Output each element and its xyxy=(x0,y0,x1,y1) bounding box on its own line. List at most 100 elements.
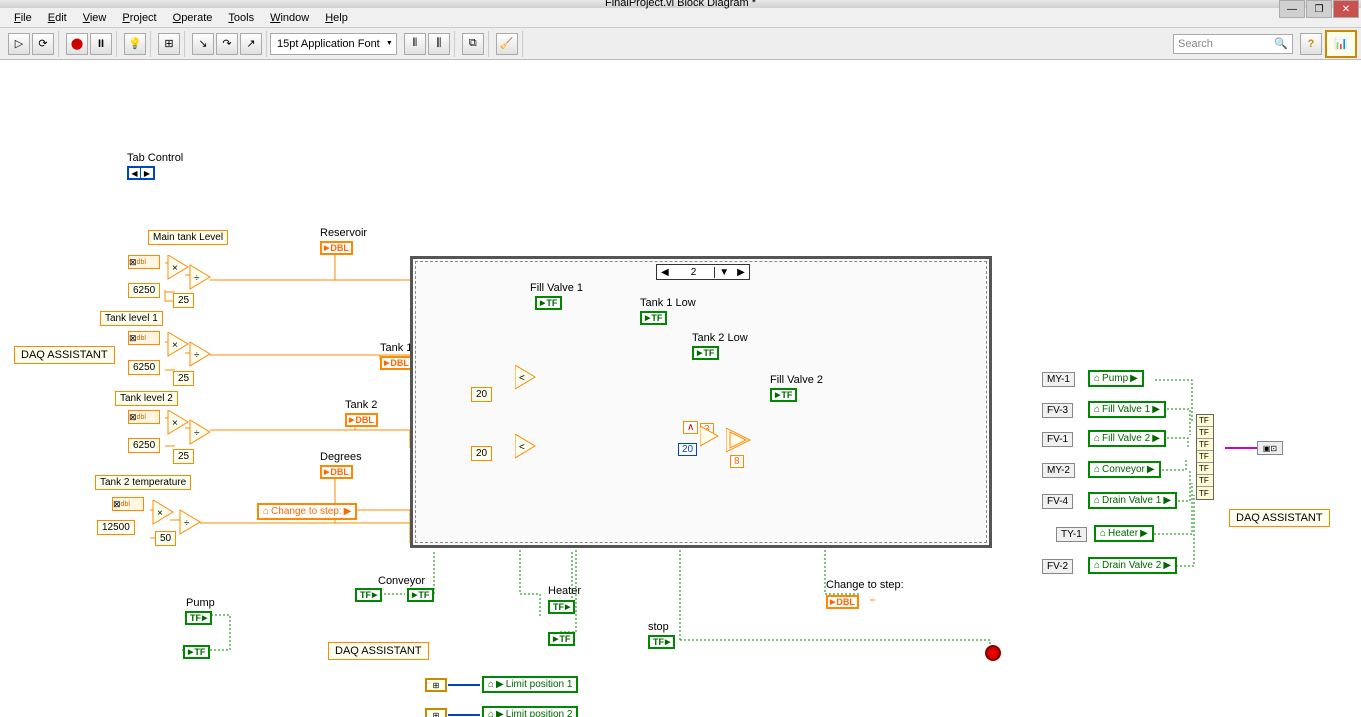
local-fill-valve-1[interactable]: Fill Valve 1▶ xyxy=(1088,401,1166,418)
tank-level-1-label: Tank level 1 xyxy=(100,311,163,326)
const-6250-2[interactable]: 6250 xyxy=(128,360,160,375)
tank-level-2-label: Tank level 2 xyxy=(115,391,178,406)
tank2-indicator[interactable]: DBL xyxy=(345,413,378,427)
run-button[interactable]: ▷ xyxy=(8,33,30,55)
tab-control-terminal[interactable]: ◀ ▶ xyxy=(127,166,155,180)
menu-bar: File Edit View Project Operate Tools Win… xyxy=(0,8,1361,28)
font-selector[interactable]: 15pt Application Font xyxy=(270,33,397,55)
tag-my1: MY-1 xyxy=(1042,372,1075,387)
vi-icon[interactable]: 📊 xyxy=(1325,30,1357,58)
degrees-indicator[interactable]: DBL xyxy=(320,465,353,479)
tank2-label: Tank 2 xyxy=(345,399,377,411)
reorder-button[interactable]: ⧉ xyxy=(462,33,484,55)
const-20-1[interactable]: 20 xyxy=(471,387,492,402)
const-20-2[interactable]: 20 xyxy=(471,446,492,461)
bundle-2[interactable]: ⊞ xyxy=(425,708,447,717)
conveyor-ctrl[interactable]: TF xyxy=(355,588,382,602)
main-tank-level-terminal[interactable]: ⊠dbl xyxy=(128,255,160,269)
menu-operate[interactable]: Operate xyxy=(167,10,219,26)
reservoir-indicator[interactable]: DBL xyxy=(320,241,353,255)
and-gate: ∧ xyxy=(683,421,698,434)
abort-button[interactable]: ⬤ xyxy=(66,33,88,55)
svg-text:÷: ÷ xyxy=(184,518,190,529)
tab-control-label: Tab Control xyxy=(127,152,183,164)
limit-pos-1-local[interactable]: ▶Limit position 1 xyxy=(482,676,578,693)
pump-ind[interactable]: TF xyxy=(183,645,210,659)
const-6250-3[interactable]: 6250 xyxy=(128,438,160,453)
heater-ctrl[interactable]: TF xyxy=(548,600,575,614)
tank2-temp-terminal[interactable]: ⊠dbl xyxy=(112,497,144,511)
while-loop-stop[interactable] xyxy=(985,645,1001,661)
tank2-low-ind[interactable]: TF xyxy=(692,346,719,360)
limit-pos-2-local[interactable]: ▶Limit position 2 xyxy=(482,706,578,717)
menu-view[interactable]: View xyxy=(77,10,113,26)
svg-text:×: × xyxy=(157,508,163,519)
local-drain-valve-1[interactable]: Drain Valve 1▶ xyxy=(1088,492,1177,509)
local-pump[interactable]: Pump▶ xyxy=(1088,370,1144,387)
fill-valve-1-ind[interactable]: TF xyxy=(535,296,562,310)
daq-assistant-bottom[interactable]: DAQ ASSISTANT xyxy=(328,642,429,660)
pump-label: Pump xyxy=(186,597,215,609)
step-into-button[interactable]: ↘ xyxy=(192,33,214,55)
run-continuous-button[interactable]: ⟳ xyxy=(32,33,54,55)
array-to-cluster[interactable]: ▣⊡ xyxy=(1257,441,1283,455)
change-to-step-label: Change to step: xyxy=(826,579,904,591)
close-button[interactable]: ✕ xyxy=(1333,0,1359,18)
menu-window[interactable]: Window xyxy=(264,10,315,26)
tank-level-2-terminal[interactable]: ⊠dbl xyxy=(128,410,160,424)
change-to-step-local[interactable]: Change to step:▶ xyxy=(257,503,357,520)
pause-button[interactable]: II xyxy=(90,33,112,55)
tank1-indicator[interactable]: DBL xyxy=(380,356,413,370)
local-drain-valve-2[interactable]: Drain Valve 2▶ xyxy=(1088,557,1177,574)
const-6250-1[interactable]: 6250 xyxy=(128,283,160,298)
align-button[interactable]: ⫴ xyxy=(404,33,426,55)
tag-fv2: FV-2 xyxy=(1042,559,1073,574)
retain-wire-button[interactable]: ⊞ xyxy=(158,33,180,55)
menu-tools[interactable]: Tools xyxy=(222,10,260,26)
cleanup-button[interactable]: 🧹 xyxy=(496,33,518,55)
tag-my2: MY-2 xyxy=(1042,463,1075,478)
minimize-button[interactable]: — xyxy=(1279,0,1305,18)
local-heater[interactable]: Heater▶ xyxy=(1094,525,1154,542)
fill-valve-2-ind[interactable]: TF xyxy=(770,388,797,402)
daq-assistant-left[interactable]: DAQ ASSISTANT xyxy=(14,346,115,364)
menu-file[interactable]: File xyxy=(8,10,38,26)
step-out-button[interactable]: ↗ xyxy=(240,33,262,55)
local-conveyor[interactable]: Conveyor▶ xyxy=(1088,461,1161,478)
const-8[interactable]: 8 xyxy=(730,455,744,468)
highlight-button[interactable]: 💡 xyxy=(124,33,146,55)
change-to-step-ind[interactable]: DBL xyxy=(826,595,859,609)
local-fill-valve-2[interactable]: Fill Valve 2▶ xyxy=(1088,430,1166,447)
svg-text:<: < xyxy=(519,373,525,384)
tag-fv1: FV-1 xyxy=(1042,432,1073,447)
case-prev-icon[interactable]: ◀ xyxy=(657,267,673,278)
tank-level-1-terminal[interactable]: ⊠dbl xyxy=(128,331,160,345)
distribute-button[interactable]: ⫼ xyxy=(428,33,450,55)
main-tank-level-label: Main tank Level xyxy=(148,230,228,245)
stop-ctrl[interactable]: TF xyxy=(648,635,675,649)
conveyor-ind[interactable]: TF xyxy=(407,588,434,602)
case-dropdown-icon[interactable]: ▼ xyxy=(714,267,733,278)
tank2-temp-label: Tank 2 temperature xyxy=(95,475,191,490)
menu-project[interactable]: Project xyxy=(116,10,162,26)
menu-help[interactable]: Help xyxy=(319,10,354,26)
step-over-button[interactable]: ↷ xyxy=(216,33,238,55)
build-array[interactable]: TFTFTF TFTFTF TF xyxy=(1196,414,1214,500)
search-box[interactable]: Search 🔍 xyxy=(1173,34,1293,54)
tank1-low-ind[interactable]: TF xyxy=(640,311,667,325)
const-12500[interactable]: 12500 xyxy=(97,520,135,535)
pump-ctrl[interactable]: TF xyxy=(185,611,212,625)
const-20-3[interactable]: 20 xyxy=(678,443,697,456)
case-structure[interactable] xyxy=(410,256,992,548)
heater-ind[interactable]: TF xyxy=(548,632,575,646)
svg-text:×: × xyxy=(172,263,178,274)
bundle-1[interactable]: ⊞ xyxy=(425,678,447,692)
menu-edit[interactable]: Edit xyxy=(42,10,73,26)
case-selector[interactable]: ◀ 2 ▼ ▶ xyxy=(656,264,750,280)
maximize-button[interactable]: ❐ xyxy=(1306,0,1332,18)
daq-assistant-right[interactable]: DAQ ASSISTANT xyxy=(1229,509,1330,527)
fill-valve-2-label: Fill Valve 2 xyxy=(770,374,823,386)
block-diagram-canvas[interactable]: Tab Control ◀ ▶ Main tank Level ⊠dbl 625… xyxy=(0,60,1361,717)
help-button[interactable]: ? xyxy=(1300,33,1322,55)
case-next-icon[interactable]: ▶ xyxy=(733,267,749,278)
